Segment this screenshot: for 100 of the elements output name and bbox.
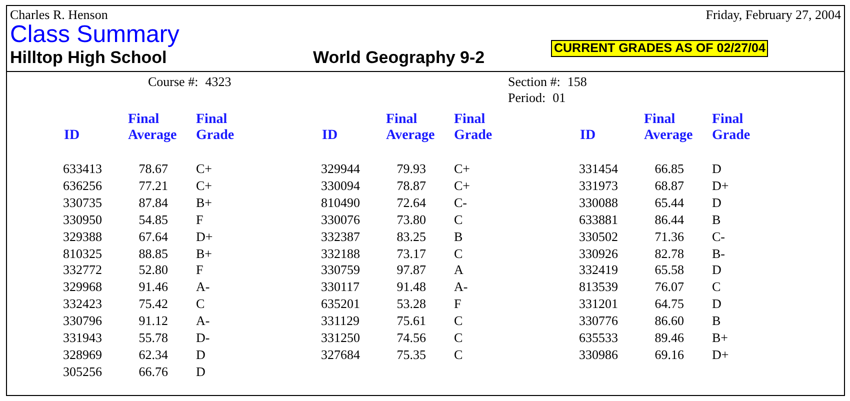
course-value: 4323 <box>205 74 232 90</box>
table-cell-text: 327684 <box>321 346 361 364</box>
table-cell-text: 331454 <box>579 161 619 178</box>
table-cell-text: 87.84 <box>138 194 169 212</box>
column-header: Final Average <box>644 112 694 144</box>
table-cell-text: 69.16 <box>654 346 685 364</box>
table-cell-text: 329968 <box>63 279 103 296</box>
table-cell-text: C+ <box>454 178 472 195</box>
table-cell-text: 72.64 <box>396 194 427 212</box>
table-cell-text: 64.75 <box>654 296 685 314</box>
table-cell-text: 79.93 <box>396 161 427 178</box>
table-cell-text: 75.61 <box>396 313 427 330</box>
table-cell-text: 54.85 <box>138 212 169 229</box>
table-cell-text: B+ <box>196 194 214 212</box>
table-cell-text: B <box>712 313 722 330</box>
table-cell-text: 330076 <box>321 212 361 229</box>
table-cell-text: B+ <box>196 246 214 262</box>
table-cell-text: C <box>454 246 464 262</box>
school-name: Hilltop High School <box>10 48 168 68</box>
table-cell-text: 82.78 <box>654 246 685 262</box>
table-cell-text: 66.85 <box>654 161 685 178</box>
table-cell-text: 810490 <box>321 194 361 212</box>
table-cell-text: A <box>454 262 464 280</box>
table-cell-text: 91.12 <box>138 313 169 330</box>
table-cell-text: 91.46 <box>138 279 169 296</box>
table-cell-text: D <box>196 346 206 364</box>
table-cell-text: D+ <box>196 228 214 246</box>
table-cell-text: 331973 <box>579 178 619 195</box>
table-cell-text: C <box>454 212 464 229</box>
column-header: Final Average <box>128 112 178 144</box>
table-cell-text: 75.42 <box>138 296 169 314</box>
table-cell-text: C- <box>712 228 726 246</box>
column-header: Final Grade <box>712 112 752 144</box>
table-cell-text: 331250 <box>321 330 361 347</box>
table-cell-text: C <box>454 346 464 364</box>
table-cell-text: 331201 <box>579 296 619 314</box>
table-cell-text: B <box>712 212 722 229</box>
table-cell-text: C+ <box>454 161 472 178</box>
table-cell-text: 52.80 <box>138 262 169 280</box>
table-cell-text: 73.17 <box>396 246 427 262</box>
table-cell-text: B+ <box>712 330 730 347</box>
table-cell-text: D <box>712 161 722 178</box>
table-cell-text: 332423 <box>63 296 103 314</box>
course-label: Course #: <box>148 74 198 90</box>
table-cell-text: F <box>196 212 204 229</box>
period-value: 01 <box>552 90 566 106</box>
table-cell-text: C+ <box>196 178 214 195</box>
column-header: ID <box>579 128 597 144</box>
table-cell-text: A- <box>196 313 211 330</box>
table-cell-text: 88.85 <box>138 246 169 262</box>
course-title: World Geography 9-2 <box>313 48 486 68</box>
table-cell-text: D- <box>196 330 211 347</box>
table-cell-text: 65.58 <box>654 262 685 280</box>
table-cell-text: 89.46 <box>654 330 685 347</box>
table-cell-text: 635201 <box>321 296 361 314</box>
table-cell-text: D+ <box>712 178 730 195</box>
table-cell-text: 330986 <box>579 346 619 364</box>
section-value: 158 <box>567 74 587 90</box>
table-cell-text: 813539 <box>579 279 619 296</box>
table-cell-text: 83.25 <box>396 228 427 246</box>
column-header: ID <box>63 128 81 144</box>
table-cell-text: 330735 <box>63 194 103 212</box>
table-cell-text: C <box>712 279 722 296</box>
table-cell-text: B- <box>712 246 726 262</box>
table-cell-text: 68.87 <box>654 178 685 195</box>
table-cell-text: C <box>454 313 464 330</box>
period-label: Period: <box>508 90 546 106</box>
table-cell-text: 633881 <box>579 212 619 229</box>
table-cell-text: 332387 <box>321 228 361 246</box>
table-cell-text: 75.35 <box>396 346 427 364</box>
table-cell-text: 330117 <box>321 279 361 296</box>
table-cell-text: C+ <box>196 161 214 178</box>
table-cell-text: 332419 <box>579 262 619 280</box>
table-cell-text: A- <box>196 279 211 296</box>
table-cell-text: 97.87 <box>396 262 427 280</box>
table-cell-text: 86.44 <box>654 212 685 229</box>
table-cell-text: 66.76 <box>138 364 169 381</box>
column-header: Final Average <box>386 112 436 144</box>
table-cell-text: 78.67 <box>138 161 169 178</box>
table-cell-text: 65.44 <box>654 194 685 212</box>
table-cell-text: 67.64 <box>138 228 169 246</box>
table-cell-text: D <box>196 364 206 381</box>
table-cell-text: 78.87 <box>396 178 427 195</box>
table-cell-text: C <box>196 296 206 314</box>
table-cell-text: 74.56 <box>396 330 427 347</box>
table-cell-text: 330926 <box>579 246 619 262</box>
table-cell-text: 73.80 <box>396 212 427 229</box>
table-cell-text: 76.07 <box>654 279 685 296</box>
table-cell-text: D <box>712 262 722 280</box>
table-cell-text: 91.48 <box>396 279 427 296</box>
table-cell-text: 328969 <box>63 346 103 364</box>
table-cell-text: 53.28 <box>396 296 427 314</box>
table-cell-text: 332772 <box>63 262 103 280</box>
table-cell-text: C- <box>454 194 468 212</box>
section-label: Section #: <box>508 74 560 90</box>
table-cell-text: B <box>454 228 464 246</box>
table-cell-text: 305256 <box>63 364 103 381</box>
table-cell-text: 635533 <box>579 330 619 347</box>
table-cell-text: 330094 <box>321 178 361 195</box>
teacher-name: Charles R. Henson <box>10 7 108 22</box>
